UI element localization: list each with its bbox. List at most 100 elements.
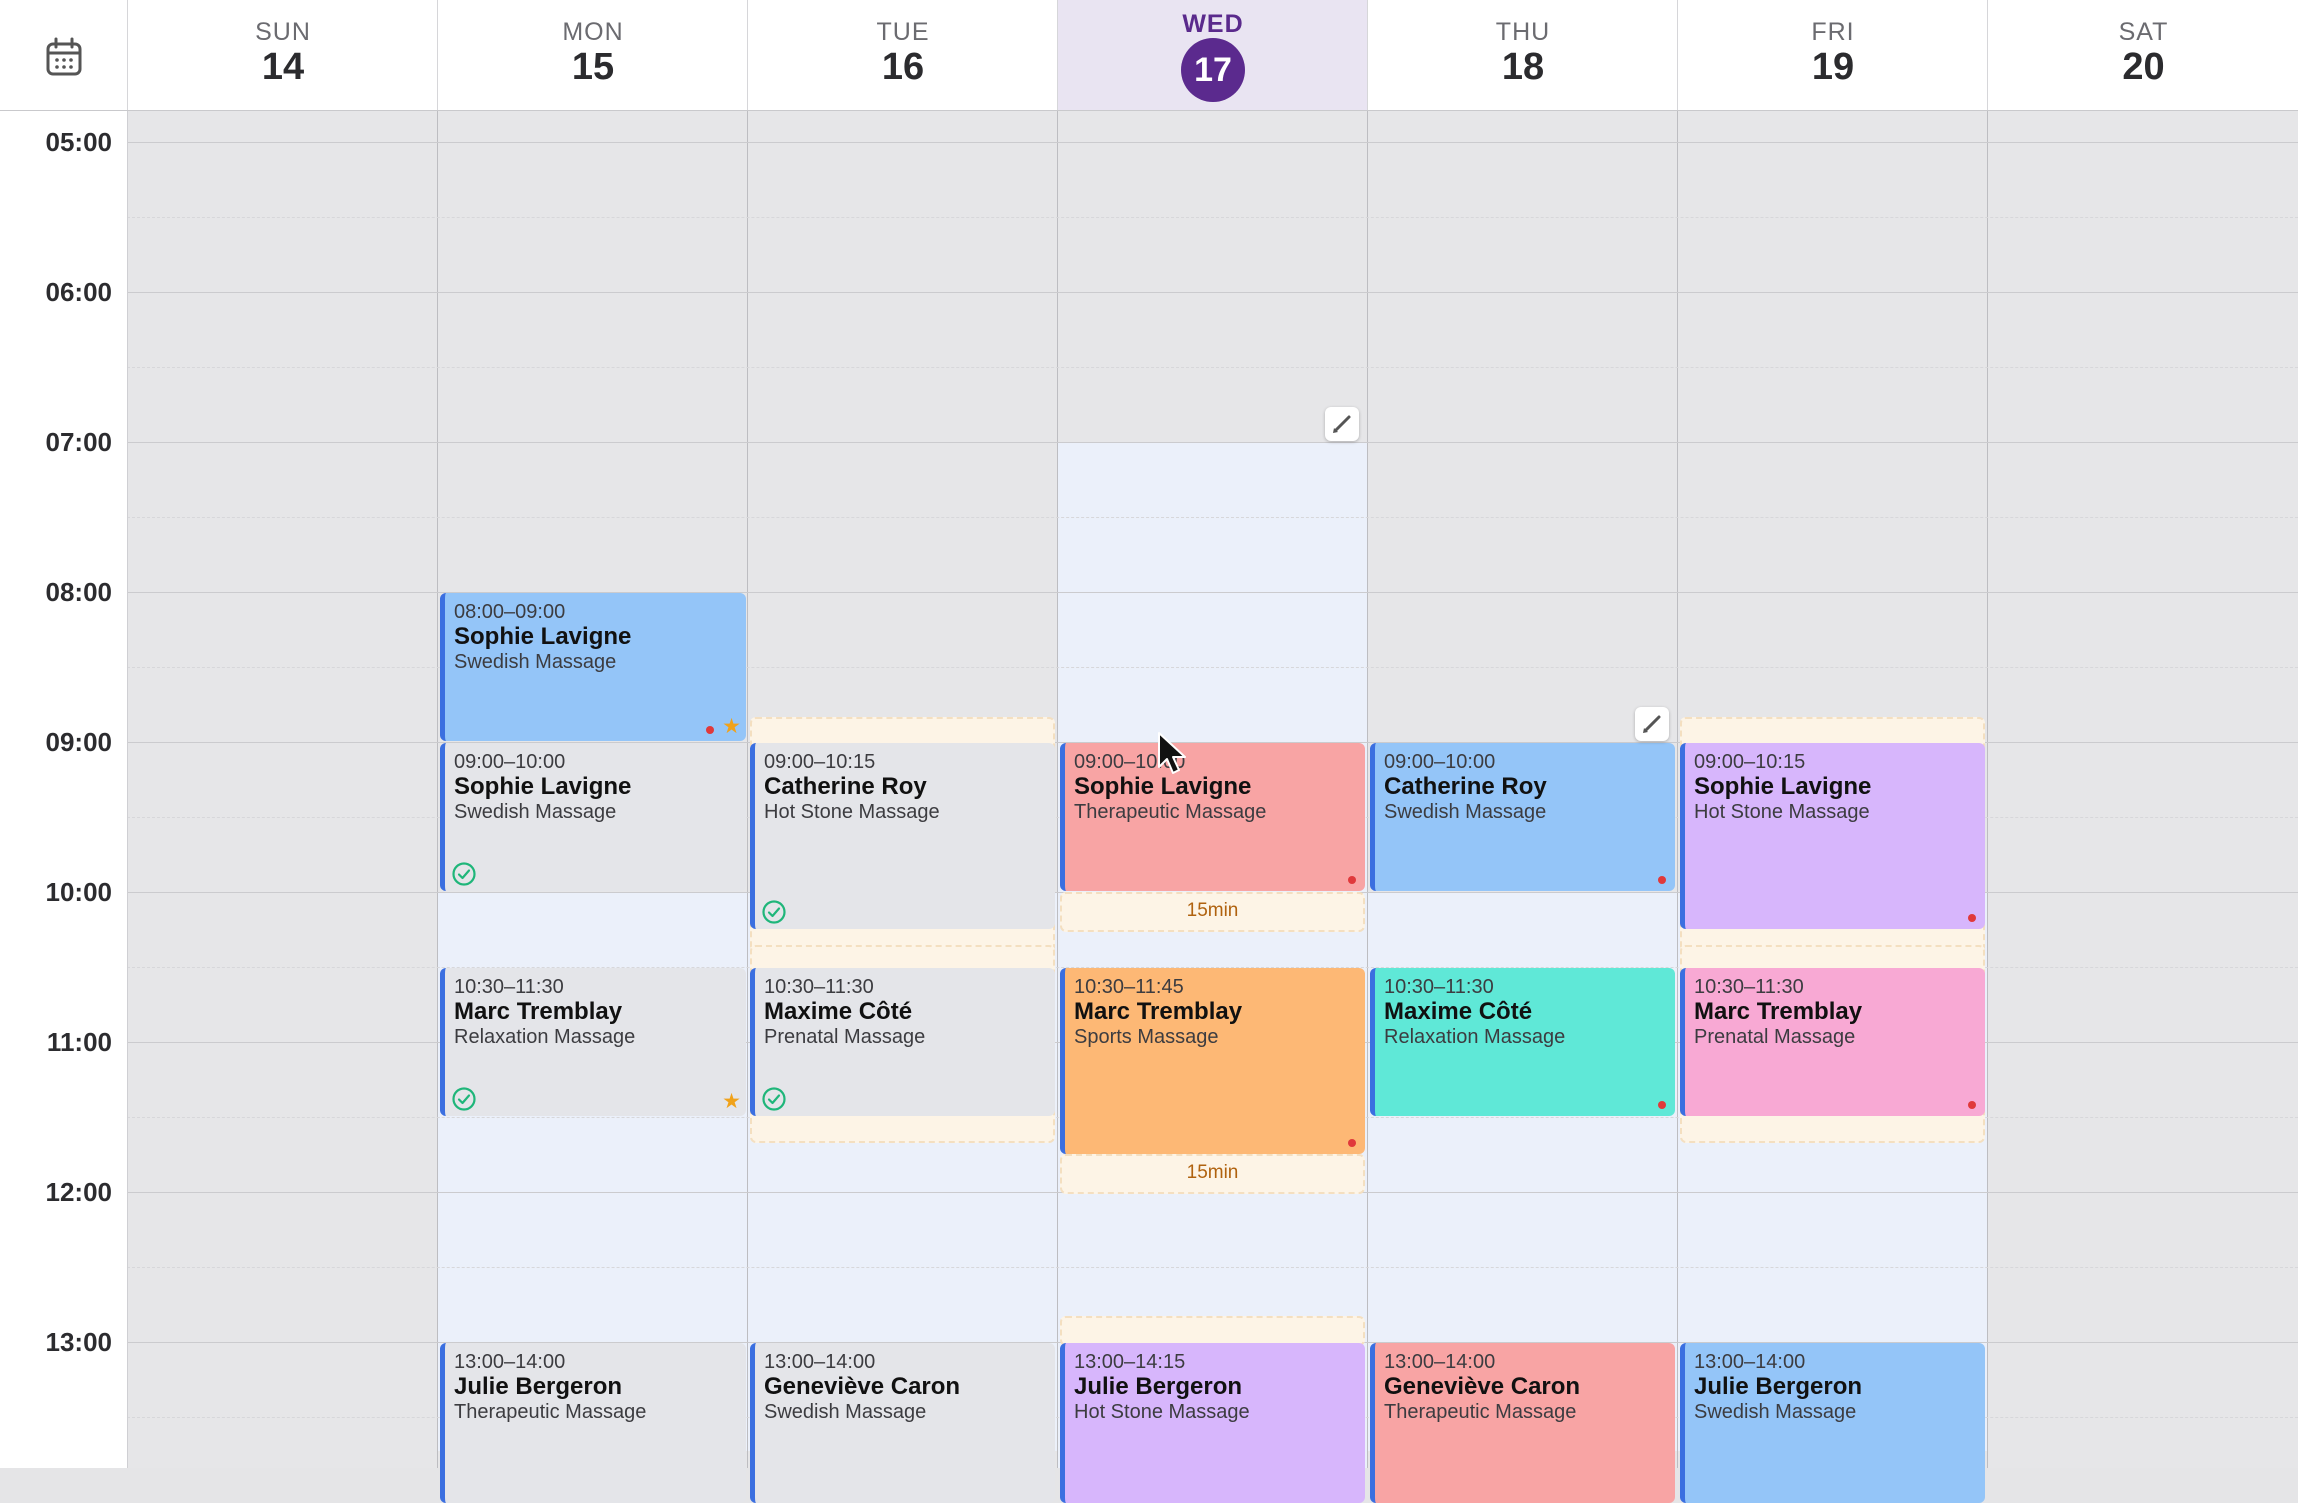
check-circle-icon <box>452 1087 476 1111</box>
service-name: Therapeutic Massage <box>1074 801 1267 823</box>
time-label: 13:00 <box>45 1327 113 1357</box>
time-label: 10:00 <box>45 877 113 907</box>
service-name: Hot Stone Massage <box>1694 801 1870 823</box>
day-name: SUN <box>255 18 311 46</box>
star-icon: ★ <box>722 1090 741 1113</box>
service-name: Sports Massage <box>1074 1026 1219 1048</box>
service-name: Swedish Massage <box>1694 1401 1857 1423</box>
day-header-mon[interactable]: MON 15 <box>437 0 748 110</box>
day-header-fri[interactable]: FRI 19 <box>1677 0 1988 110</box>
half-hour-line <box>127 1267 2298 1268</box>
time-label: 08:00 <box>45 577 113 607</box>
appointment-time: 10:30–11:30 <box>1384 976 1494 998</box>
appointment-card[interactable]: 09:00–10:00 Catherine Roy Swedish Massag… <box>1370 743 1675 891</box>
service-name: Swedish Massage <box>1384 801 1547 823</box>
client-name: Julie Bergeron <box>1694 1373 1863 1400</box>
appointment-card[interactable]: 08:00–09:00 Sophie Lavigne Swedish Massa… <box>440 593 746 741</box>
check-circle-icon <box>762 1087 786 1111</box>
week-calendar: 05:00 06:00 07:00 08:00 09:00 10:00 11:0… <box>0 0 2298 1503</box>
service-name: Swedish Massage <box>764 1401 927 1423</box>
calendar-icon[interactable] <box>36 30 92 86</box>
appointment-time: 13:00–14:00 <box>1694 1351 1806 1373</box>
buffer-label: 15min <box>1186 900 1239 921</box>
appointment-time: 13:00–14:00 <box>454 1351 566 1373</box>
star-icon: ★ <box>722 715 741 738</box>
appointment-card[interactable]: 13:00–14:00 Geneviève Caron Swedish Mass… <box>750 1343 1055 1503</box>
appointment-card[interactable]: 10:30–11:30 Maxime Côté Prenatal Massage <box>750 968 1055 1116</box>
service-name: Relaxation Massage <box>1384 1026 1566 1048</box>
time-label: 09:00 <box>45 727 113 757</box>
client-name: Maxime Côté <box>764 998 913 1025</box>
day-header-thu[interactable]: THU 18 <box>1367 0 1678 110</box>
day-header-sun[interactable]: SUN 14 <box>127 0 438 110</box>
check-circle-icon <box>452 862 476 886</box>
client-name: Sophie Lavigne <box>454 623 632 650</box>
client-name: Sophie Lavigne <box>454 773 632 800</box>
edit-availability-button[interactable] <box>1635 707 1669 741</box>
day-header-tue[interactable]: TUE 16 <box>747 0 1058 110</box>
half-hour-line <box>127 517 2298 518</box>
appointment-time: 10:30–11:30 <box>1694 976 1804 998</box>
hour-line <box>127 292 2298 293</box>
day-number: 16 <box>881 46 925 88</box>
client-name: Marc Tremblay <box>1694 998 1863 1025</box>
buffer-block: 15min <box>1060 892 1365 932</box>
half-hour-line <box>127 367 2298 368</box>
appointment-time: 09:00–10:00 <box>454 751 566 773</box>
buffer-block: 15min <box>1060 1154 1365 1194</box>
day-number: 15 <box>571 46 615 88</box>
appointment-card[interactable]: 13:00–14:00 Julie Bergeron Therapeutic M… <box>440 1343 746 1503</box>
appointment-card[interactable]: 09:00–10:00 Sophie Lavigne Therapeutic M… <box>1060 743 1365 891</box>
service-name: Swedish Massage <box>454 651 617 673</box>
appointment-time: 09:00–10:15 <box>764 751 876 773</box>
appointment-card[interactable]: 10:30–11:30 Marc Tremblay Relaxation Mas… <box>440 968 746 1116</box>
appointment-card[interactable]: 09:00–10:00 Sophie Lavigne Swedish Massa… <box>440 743 746 891</box>
day-name: FRI <box>1811 18 1855 46</box>
service-name: Therapeutic Massage <box>454 1401 647 1423</box>
day-header-sat[interactable]: SAT 20 <box>1987 0 2298 110</box>
day-name: THU <box>1495 18 1551 46</box>
appointment-card[interactable]: 10:30–11:30 Maxime Côté Relaxation Massa… <box>1370 968 1675 1116</box>
appointment-card[interactable]: 10:30–11:45 Marc Tremblay Sports Massage <box>1060 968 1365 1154</box>
appointment-card[interactable]: 09:00–10:15 Catherine Roy Hot Stone Mass… <box>750 743 1055 929</box>
edit-pencil-icon <box>1333 415 1351 433</box>
time-label: 05:00 <box>45 127 113 157</box>
appointment-card[interactable]: 13:00–14:15 Julie Bergeron Hot Stone Mas… <box>1060 1343 1365 1503</box>
edit-pencil-icon <box>1643 715 1661 733</box>
half-hour-line <box>127 217 2298 218</box>
status-dot <box>1968 914 1976 922</box>
time-label: 07:00 <box>45 427 113 457</box>
buffer-block <box>1060 1316 1365 1346</box>
client-name: Sophie Lavigne <box>1074 773 1252 800</box>
day-number: 20 <box>2122 46 2165 88</box>
service-name: Prenatal Massage <box>764 1026 926 1048</box>
client-name: Sophie Lavigne <box>1694 773 1872 800</box>
appointment-card[interactable]: 10:30–11:30 Marc Tremblay Prenatal Massa… <box>1680 968 1985 1116</box>
edit-availability-button[interactable] <box>1325 407 1359 441</box>
appointment-card[interactable]: 13:00–14:00 Geneviève Caron Therapeutic … <box>1370 1343 1675 1503</box>
day-column-sat[interactable] <box>1987 110 2298 1468</box>
appointment-time: 13:00–14:00 <box>764 1351 876 1373</box>
appointment-time: 09:00–10:00 <box>1384 751 1496 773</box>
day-number: 18 <box>1501 46 1545 88</box>
status-dot <box>1348 1139 1356 1147</box>
appointment-card[interactable]: 09:00–10:15 Sophie Lavigne Hot Stone Mas… <box>1680 743 1985 929</box>
appointment-card[interactable]: 13:00–14:00 Julie Bergeron Swedish Massa… <box>1680 1343 1985 1503</box>
mouse-cursor-icon <box>1158 732 1186 774</box>
appointment-time: 13:00–14:00 <box>1384 1351 1496 1373</box>
client-name: Julie Bergeron <box>1074 1373 1243 1400</box>
day-header-wed-today[interactable]: WED 17 <box>1057 0 1368 110</box>
client-name: Catherine Roy <box>1384 773 1547 800</box>
client-name: Maxime Côté <box>1384 998 1533 1025</box>
day-name: SAT <box>2118 18 2169 46</box>
appointment-time: 10:30–11:30 <box>764 976 874 998</box>
appointment-time: 10:30–11:30 <box>454 976 564 998</box>
service-name: Hot Stone Massage <box>1074 1401 1250 1423</box>
day-column-sun[interactable] <box>127 110 438 1468</box>
client-name: Marc Tremblay <box>454 998 623 1025</box>
time-label: 11:00 <box>46 1027 112 1057</box>
service-name: Therapeutic Massage <box>1384 1401 1577 1423</box>
calendar-header: SUN 14 MON 15 TUE 16 WED 17 THU 18 FRI 1… <box>0 0 2298 111</box>
status-dot <box>1658 876 1666 884</box>
client-name: Catherine Roy <box>764 773 927 800</box>
